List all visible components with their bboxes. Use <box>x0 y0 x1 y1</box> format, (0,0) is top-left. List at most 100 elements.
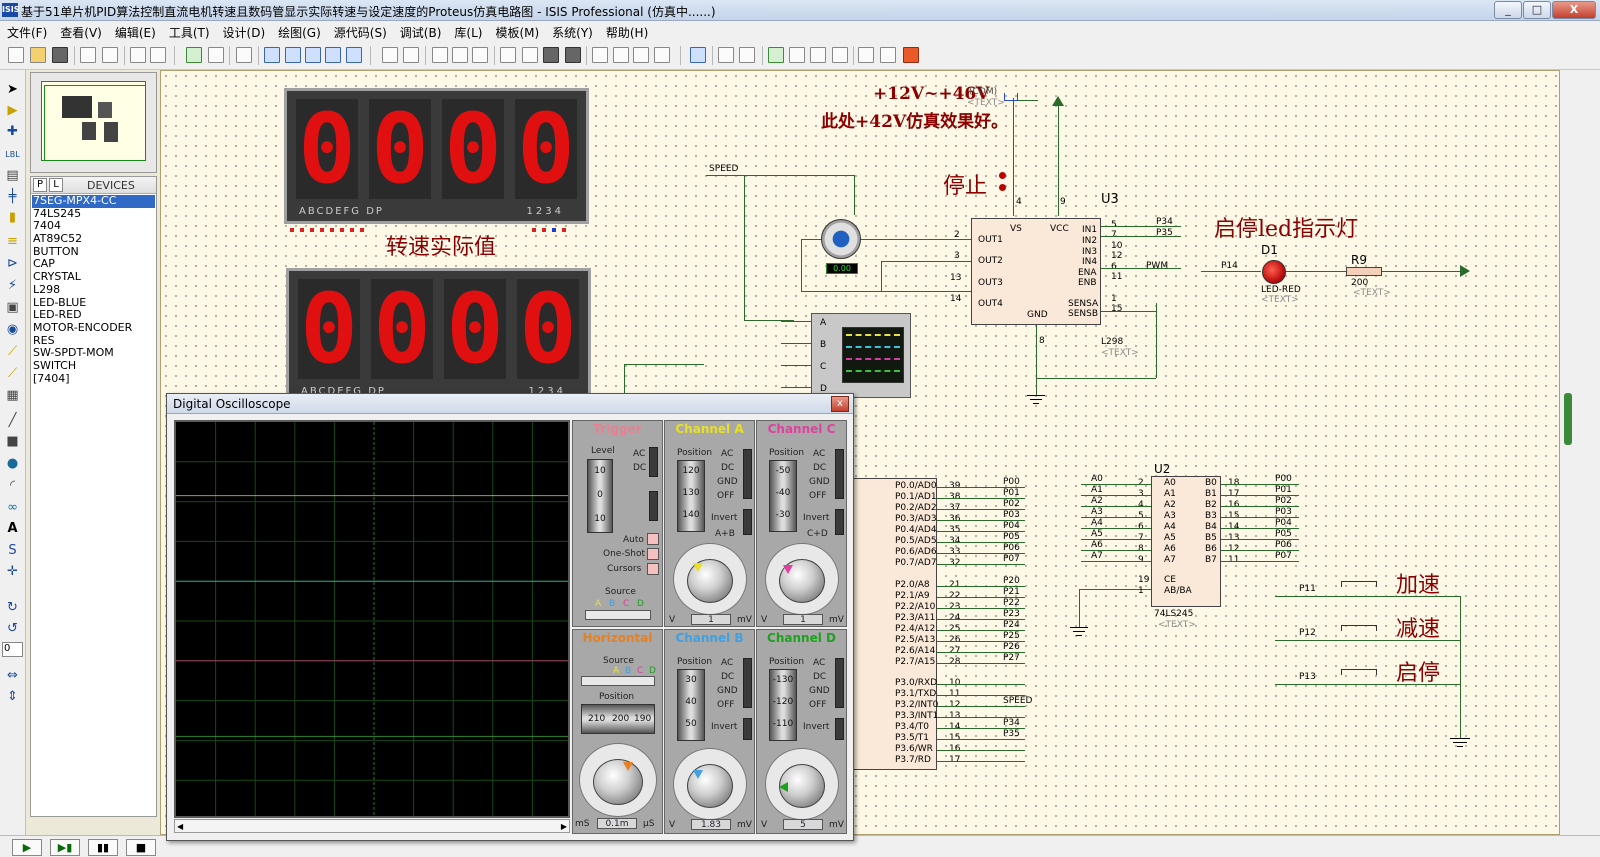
property-tool-icon[interactable] <box>739 47 755 63</box>
channel-c-invert-switch[interactable] <box>835 509 844 535</box>
channel-b-invert-switch[interactable] <box>743 718 752 740</box>
oscilloscope-horizontal-scrollbar[interactable]: ◀ ▶ <box>174 819 570 833</box>
device-item[interactable]: [7404] <box>32 372 155 386</box>
device-item[interactable]: CRYSTAL <box>32 270 155 284</box>
voltage-probe-icon[interactable]: ⟋ <box>4 344 21 360</box>
menu-file[interactable]: 文件(F) <box>0 21 53 41</box>
menu-library[interactable]: 库(L) <box>447 21 488 41</box>
block-rotate-icon[interactable] <box>543 47 559 63</box>
menu-source[interactable]: 源代码(S) <box>327 21 393 41</box>
netlist-icon[interactable] <box>832 47 848 63</box>
motor-encoder-icon[interactable] <box>821 219 861 259</box>
one-shot-button[interactable] <box>647 548 659 560</box>
device-item[interactable]: L298 <box>32 283 155 297</box>
channel-c-coupling-switch[interactable] <box>835 449 844 499</box>
text-script-mode-icon[interactable]: ▤ <box>4 168 21 184</box>
digital-oscilloscope-window[interactable]: Digital Oscilloscope x ◀ ▶ Trigger Level… <box>166 393 854 841</box>
button-accelerate[interactable] <box>1341 581 1377 587</box>
channel-a-invert-switch[interactable] <box>743 509 752 535</box>
menu-help[interactable]: 帮助(H) <box>599 21 654 41</box>
selection-mode-icon[interactable]: ➤ <box>4 82 21 98</box>
print-icon[interactable] <box>130 47 146 63</box>
copy-icon[interactable] <box>452 47 468 63</box>
undo-icon[interactable] <box>382 47 398 63</box>
box-tool-icon[interactable]: ■ <box>4 434 21 450</box>
resistor-r9[interactable] <box>1346 267 1382 276</box>
pick-device-icon[interactable] <box>592 47 608 63</box>
zoom-slider-thumb[interactable] <box>1564 393 1572 445</box>
overview-thumbnail[interactable] <box>41 81 146 161</box>
device-item[interactable]: LED-RED <box>32 308 155 322</box>
device-item[interactable]: MOTOR-ENCODER <box>32 321 155 335</box>
remove-sheet-icon[interactable] <box>789 47 805 63</box>
auto-button[interactable] <box>647 533 659 545</box>
line-tool-icon[interactable]: ╱ <box>4 413 21 429</box>
channel-d-coupling-switch[interactable] <box>835 658 844 708</box>
subcircuit-mode-icon[interactable]: ▮ <box>4 210 21 226</box>
rotate-anticlockwise-icon[interactable]: ↺ <box>4 621 21 637</box>
zoom-all-icon[interactable] <box>325 47 341 63</box>
search-tag-icon[interactable] <box>718 47 734 63</box>
close-button[interactable]: X <box>1552 1 1596 19</box>
rotate-clockwise-icon[interactable]: ↻ <box>4 600 21 616</box>
wire-label-mode-icon[interactable]: LBL <box>4 147 21 163</box>
channel-a-position-drum[interactable]: 120 130 140 <box>677 460 705 532</box>
menu-design[interactable]: 设计(D) <box>216 21 272 41</box>
origin-icon[interactable] <box>236 47 252 63</box>
trigger-coupling-switch[interactable] <box>649 447 658 477</box>
decompose-icon[interactable] <box>654 47 670 63</box>
stop-button[interactable]: ■ <box>126 839 156 856</box>
import-icon[interactable] <box>80 47 96 63</box>
overview-window[interactable] <box>30 72 157 173</box>
channel-a-coupling-switch[interactable] <box>743 449 752 499</box>
trigger-edge-switch[interactable] <box>649 491 658 521</box>
play-button[interactable]: ▶ <box>12 839 42 856</box>
l298-driver-chip[interactable]: VS VCC OUT1 OUT2 OUT3 OUT4 IN1 IN2 IN3 I… <box>971 218 1101 325</box>
buses-mode-icon[interactable]: ╪ <box>4 189 21 205</box>
symbol-tool-icon[interactable]: S <box>4 543 21 559</box>
export-icon[interactable] <box>102 47 118 63</box>
channel-d-position-drum[interactable]: -130 -120 -110 <box>769 669 797 741</box>
step-button[interactable]: ▶▮ <box>50 839 80 856</box>
horizontal-source-slider[interactable] <box>581 676 655 686</box>
device-item[interactable]: SWITCH <box>32 359 155 373</box>
pin-mode-icon[interactable]: ⊳ <box>4 256 21 272</box>
block-copy-icon[interactable] <box>500 47 516 63</box>
oscilloscope-instrument[interactable]: A B C D <box>811 313 911 398</box>
junction-mode-icon[interactable]: ✚ <box>4 124 21 140</box>
trigger-level-drum[interactable]: 10 0 10 <box>587 459 613 533</box>
block-move-icon[interactable] <box>522 47 538 63</box>
path-tool-icon[interactable]: ∞ <box>4 500 21 516</box>
arc-tool-icon[interactable]: ◜ <box>4 478 21 494</box>
horizontal-position-drum[interactable]: 210 200 190 <box>581 704 655 734</box>
current-probe-icon[interactable]: ⟋ <box>4 366 21 382</box>
exit-to-parent-icon[interactable] <box>810 47 826 63</box>
tape-recorder-icon[interactable]: ▣ <box>4 300 21 316</box>
channel-b-position-drum[interactable]: 30 40 50 <box>677 669 705 741</box>
trigger-source-slider[interactable] <box>585 610 651 620</box>
bill-of-materials-icon[interactable] <box>858 47 874 63</box>
library-manager-button[interactable]: L <box>49 178 63 192</box>
component-mode-icon[interactable]: ▶ <box>4 103 21 119</box>
pause-button[interactable]: ▮▮ <box>88 839 118 856</box>
button-start-stop[interactable] <box>1341 669 1377 675</box>
oscilloscope-titlebar[interactable]: Digital Oscilloscope x <box>167 394 853 414</box>
channel-c-position-drum[interactable]: -50 -40 -30 <box>769 460 797 532</box>
device-item[interactable]: AT89C52 <box>32 232 155 246</box>
ares-icon[interactable] <box>903 47 919 63</box>
cut-icon[interactable] <box>432 47 448 63</box>
mirror-horizontal-icon[interactable]: ⇔ <box>4 668 21 684</box>
text-tool-icon[interactable]: A <box>4 521 21 537</box>
new-file-icon[interactable] <box>8 47 24 63</box>
wire-autorouter-icon[interactable] <box>690 47 706 63</box>
open-folder-icon[interactable] <box>30 47 46 63</box>
graph-mode-icon[interactable]: ⚡ <box>4 278 21 294</box>
zoom-out-icon[interactable] <box>305 47 321 63</box>
paste-icon[interactable] <box>472 47 488 63</box>
mirror-vertical-icon[interactable]: ⇕ <box>4 689 21 705</box>
block-delete-icon[interactable] <box>565 47 581 63</box>
button-decelerate[interactable] <box>1341 625 1377 631</box>
zoom-in-icon[interactable] <box>285 47 301 63</box>
new-sheet-icon[interactable] <box>768 47 784 63</box>
generator-mode-icon[interactable]: ◉ <box>4 322 21 338</box>
